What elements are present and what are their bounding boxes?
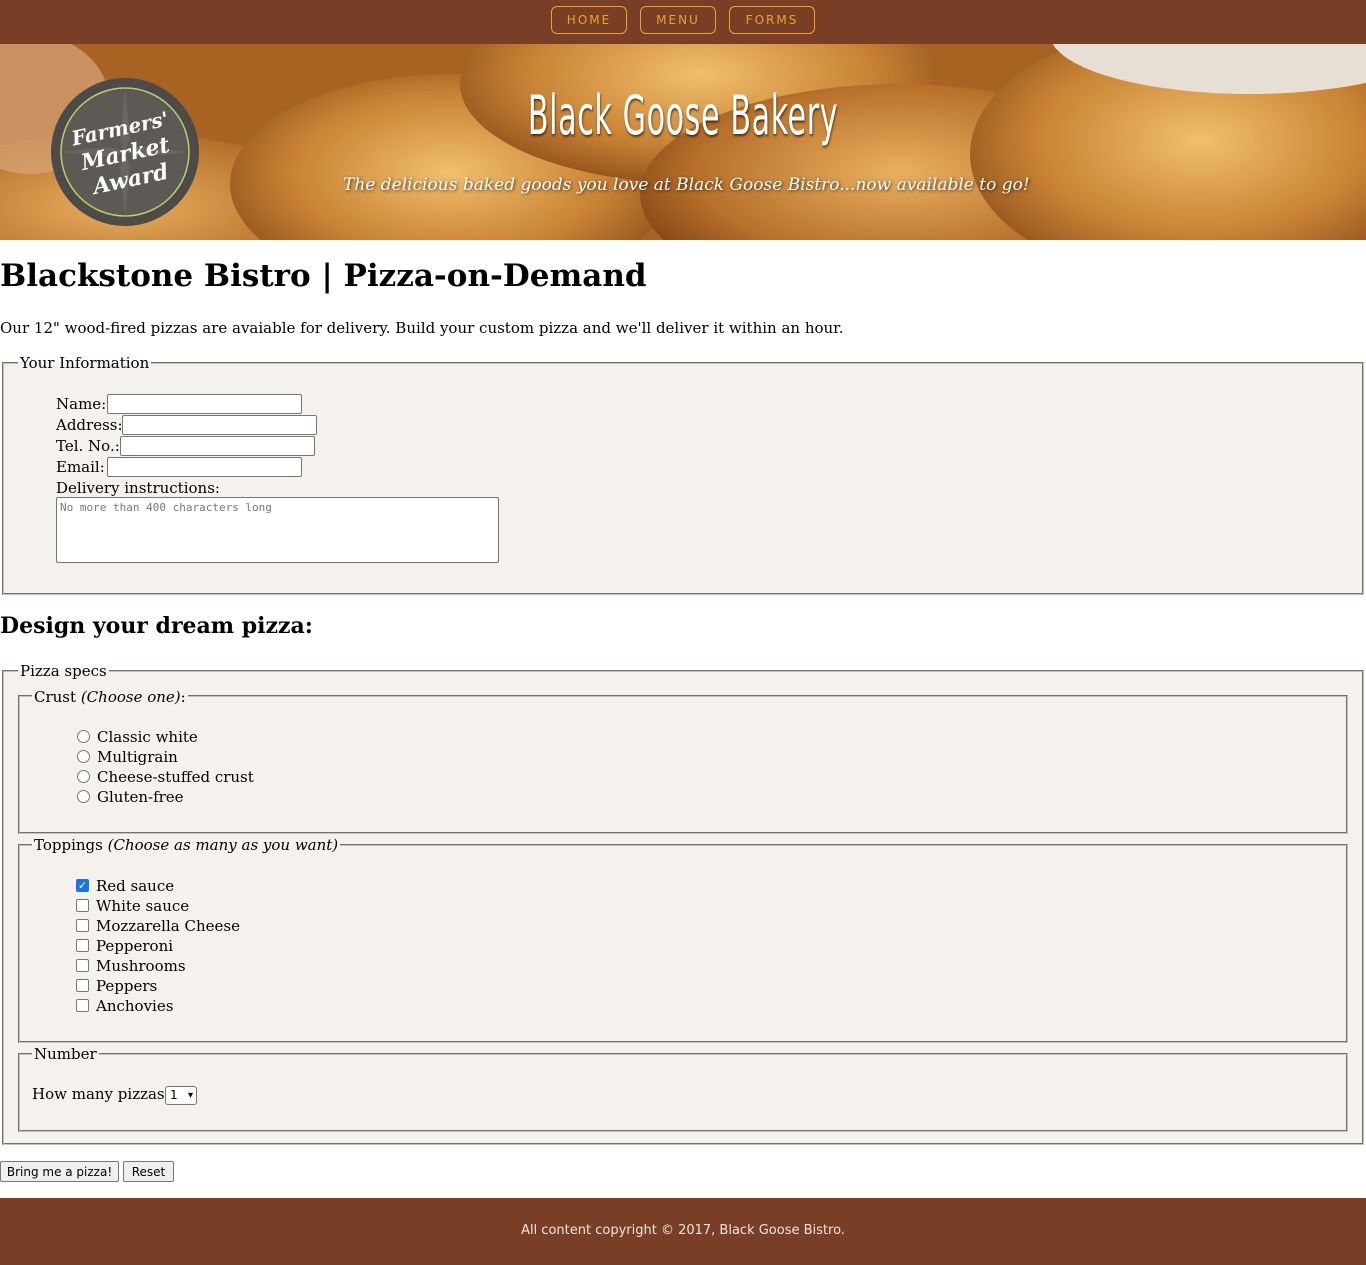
nav-menu-button[interactable]: MENU [640, 6, 716, 34]
hero-tagline: The delicious baked goods you love at Bl… [343, 175, 1030, 195]
crust-radio-cheese-stuffed[interactable] [77, 770, 90, 783]
crust-radio-multigrain[interactable] [77, 750, 90, 763]
topping-option-label: White sauce [96, 897, 190, 915]
name-label: Name: [56, 395, 107, 413]
pizza-quantity-select[interactable]: 1 ▾ [165, 1086, 197, 1105]
topping-checkbox-anchovies[interactable] [76, 999, 89, 1012]
pizza-quantity-label: How many pizzas: [32, 1085, 170, 1103]
number-legend: Number [32, 1045, 99, 1063]
footer: All content copyright © 2017, Black Goos… [0, 1198, 1366, 1265]
delivery-instructions-label: Delivery instructions: [56, 479, 220, 497]
crust-radio-gluten-free[interactable] [77, 790, 90, 803]
crust-radio-classic-white[interactable] [77, 730, 90, 743]
topping-checkbox-red-sauce[interactable]: ✓ [76, 879, 89, 892]
hero-banner: Farmers' Market Award Black Goose Bakery… [0, 44, 1366, 240]
email-field[interactable] [107, 457, 302, 477]
farmers-market-award-badge: Farmers' Market Award [51, 78, 199, 226]
topping-checkbox-white-sauce[interactable] [76, 899, 89, 912]
name-field[interactable] [107, 394, 302, 414]
delivery-instructions-textarea[interactable]: No more than 400 characters long [56, 497, 499, 563]
topping-checkbox-peppers[interactable] [76, 979, 89, 992]
tel-label: Tel. No.: [56, 437, 120, 455]
page-title: Blackstone Bistro | Pizza-on-Demand [0, 258, 647, 294]
your-information-legend: Your Information [20, 354, 150, 372]
nav-forms-button[interactable]: FORMS [729, 6, 815, 34]
topping-option-label: Mozzarella Cheese [96, 917, 240, 935]
topping-option-label: Red sauce [96, 877, 175, 895]
toppings-fieldset [18, 844, 1348, 1043]
topping-option-label: Anchovies [96, 997, 174, 1015]
intro-text: Our 12" wood-fired pizzas are avaiable f… [0, 319, 844, 337]
bakery-title: Black Goose Bakery [527, 84, 839, 147]
crust-option-label: Cheese-stuffed crust [97, 768, 254, 786]
pizza-quantity-value: 1 [170, 1088, 178, 1102]
top-navigation: HOME MENU FORMS [0, 0, 1366, 44]
crust-legend: Crust (Choose one): [32, 688, 188, 706]
pizza-specs-legend: Pizza specs [20, 662, 107, 680]
nav-home-button[interactable]: HOME [551, 6, 627, 34]
topping-option-label: Mushrooms [96, 957, 186, 975]
reset-button[interactable]: Reset [123, 1161, 174, 1182]
email-label: Email: [56, 458, 105, 476]
toppings-legend: Toppings (Choose as many as you want) [32, 836, 341, 854]
topping-option-label: Pepperoni [96, 937, 174, 955]
topping-option-label: Peppers [96, 977, 158, 995]
topping-checkbox-pepperoni[interactable] [76, 939, 89, 952]
topping-checkbox-mozzarella[interactable] [76, 919, 89, 932]
crust-option-label: Classic white [97, 728, 198, 746]
design-pizza-heading: Design your dream pizza: [0, 613, 313, 639]
topping-checkbox-mushrooms[interactable] [76, 959, 89, 972]
tel-field[interactable] [120, 436, 315, 456]
copyright-text: All content copyright © 2017, Black Goos… [521, 1223, 845, 1238]
number-fieldset [18, 1053, 1348, 1132]
crust-option-label: Gluten-free [97, 788, 184, 806]
address-label: Address: [56, 416, 123, 434]
crust-option-label: Multigrain [97, 748, 178, 766]
crust-fieldset [18, 695, 1348, 834]
chevron-down-icon: ▾ [187, 1090, 193, 1101]
address-field[interactable] [122, 415, 317, 435]
submit-button[interactable]: Bring me a pizza! [0, 1161, 119, 1182]
